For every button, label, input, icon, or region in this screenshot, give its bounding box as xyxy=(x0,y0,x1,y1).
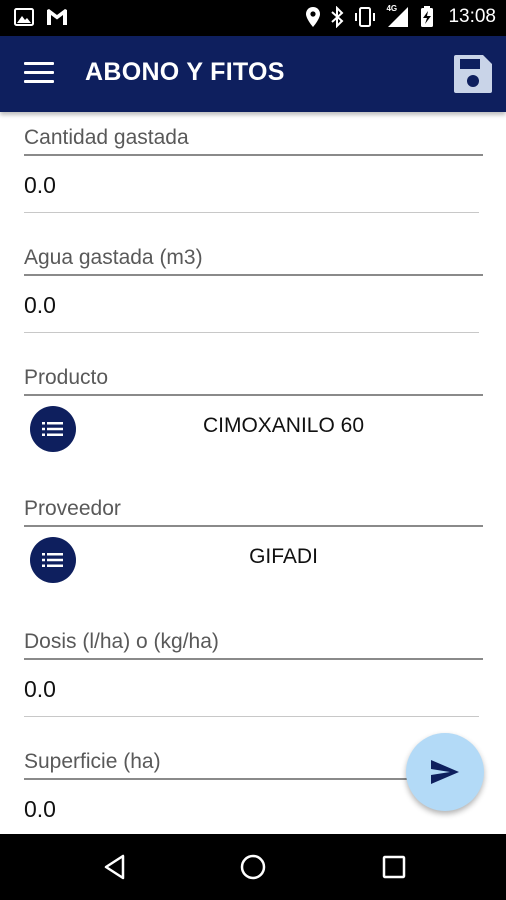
recents-icon xyxy=(382,855,406,879)
producto-selector[interactable]: CIMOXANILO 60 xyxy=(24,398,483,456)
send-icon xyxy=(431,760,459,784)
image-icon xyxy=(14,8,34,26)
producto-field: Producto xyxy=(24,366,483,396)
proveedor-value: GIFADI xyxy=(249,545,318,568)
bluetooth-icon xyxy=(331,6,344,28)
agua-gastada-field: Agua gastada (m3) xyxy=(24,246,483,276)
list-icon xyxy=(42,553,63,567)
agua-gastada-input[interactable]: 0.0 xyxy=(24,278,479,333)
status-bar: 4G 13:08 xyxy=(0,0,506,36)
notification-icons xyxy=(14,8,68,26)
proveedor-label: Proveedor xyxy=(24,497,483,527)
network-type-label: 4G xyxy=(386,4,398,13)
dosis-input[interactable]: 0.0 xyxy=(24,662,479,717)
recents-button[interactable] xyxy=(378,851,410,883)
home-icon xyxy=(240,854,266,880)
back-button[interactable] xyxy=(100,851,132,883)
form-container: Cantidad gastada 0.0 Agua gastada (m3) 0… xyxy=(0,112,506,834)
proveedor-list-button[interactable] xyxy=(30,537,76,583)
cantidad-gastada-value: 0.0 xyxy=(24,172,56,198)
battery-charging-icon xyxy=(421,6,434,27)
menu-button[interactable] xyxy=(24,62,54,86)
producto-value: CIMOXANILO 60 xyxy=(202,414,365,437)
list-icon xyxy=(42,422,63,436)
producto-label: Producto xyxy=(24,366,483,396)
cantidad-gastada-label: Cantidad gastada xyxy=(24,126,483,156)
system-icons: 4G 13:08 xyxy=(306,4,496,28)
home-button[interactable] xyxy=(237,851,269,883)
agua-gastada-label: Agua gastada (m3) xyxy=(24,246,483,276)
send-button[interactable] xyxy=(406,733,484,811)
cantidad-gastada-field: Cantidad gastada xyxy=(24,126,483,156)
menu-icon xyxy=(24,62,54,65)
app-bar: ABONO Y FITOS xyxy=(0,36,506,112)
signal-4g-icon: 4G xyxy=(386,4,410,28)
dosis-field: Dosis (l/ha) o (kg/ha) xyxy=(24,630,483,660)
dosis-label: Dosis (l/ha) o (kg/ha) xyxy=(24,630,483,660)
navigation-bar xyxy=(0,834,506,900)
agua-gastada-value: 0.0 xyxy=(24,292,56,318)
gmail-icon xyxy=(47,9,67,25)
save-button[interactable] xyxy=(452,53,494,95)
back-icon xyxy=(104,854,125,880)
vibrate-icon xyxy=(355,7,376,27)
proveedor-field: Proveedor xyxy=(24,497,483,527)
dosis-value: 0.0 xyxy=(24,676,56,702)
page-title: ABONO Y FITOS xyxy=(85,58,285,86)
save-icon xyxy=(454,55,492,93)
cantidad-gastada-input[interactable]: 0.0 xyxy=(24,158,479,213)
clock-time: 13:08 xyxy=(448,6,496,27)
proveedor-selector[interactable]: GIFADI xyxy=(24,529,483,587)
producto-list-button[interactable] xyxy=(30,406,76,452)
location-icon xyxy=(306,7,321,27)
